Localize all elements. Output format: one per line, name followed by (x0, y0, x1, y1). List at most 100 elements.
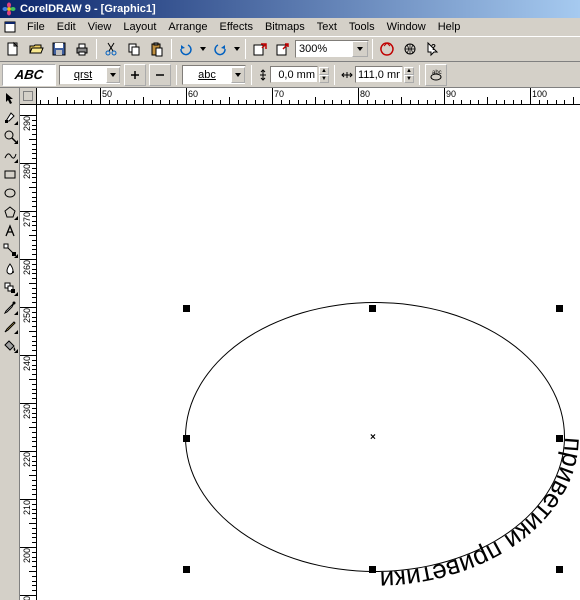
selection-handle[interactable] (183, 566, 190, 573)
selection-handle[interactable] (369, 566, 376, 573)
horizontal-offset-icon (340, 69, 354, 81)
app-title: CorelDRAW 9 - [Graphic1] (20, 3, 156, 15)
horizontal-ruler[interactable]: 5060708090100110 (37, 88, 580, 105)
separator (96, 39, 97, 59)
vertical-offset-input[interactable] (270, 66, 318, 83)
svg-text:?: ? (431, 43, 436, 52)
vertical-offset-spinner[interactable]: ▲▼ (319, 67, 329, 83)
horizontal-offset-spinner[interactable]: ▲▼ (404, 67, 414, 83)
menu-help[interactable]: Help (432, 20, 467, 34)
ruler-origin[interactable] (20, 88, 37, 105)
add-preset-button[interactable] (124, 64, 146, 86)
menu-text[interactable]: Text (311, 20, 343, 34)
save-button[interactable] (48, 38, 70, 60)
horizontal-offset-field: ▲▼ (340, 66, 414, 83)
polygon-tool[interactable] (1, 203, 19, 221)
svg-text:abc: abc (432, 70, 442, 76)
delete-preset-button[interactable] (149, 64, 171, 86)
fill-tool[interactable] (1, 336, 19, 354)
center-marker: × (370, 432, 376, 443)
curve-text[interactable]: приветики приветики (379, 437, 580, 597)
zoom-dropdown[interactable] (352, 41, 368, 57)
document-area: 5060708090100110 29028027026025024023022… (20, 88, 580, 600)
menu-bitmaps[interactable]: Bitmaps (259, 20, 311, 34)
undo-dropdown[interactable] (198, 38, 208, 60)
shape-tool[interactable] (1, 108, 19, 126)
open-button[interactable] (25, 38, 47, 60)
whatsthis-button[interactable]: ? (422, 38, 444, 60)
chevron-down-icon (200, 47, 206, 51)
menu-tools[interactable]: Tools (343, 20, 381, 34)
text-preset-display: ABC (2, 64, 56, 86)
orientation-combo[interactable] (182, 65, 246, 85)
zoom-combo[interactable] (295, 40, 369, 58)
copy-button[interactable] (123, 38, 145, 60)
vertical-offset-field: ▲▼ (257, 66, 329, 83)
print-button[interactable] (71, 38, 93, 60)
vertical-ruler[interactable]: 290280270260250240230220210200190 (20, 105, 37, 600)
new-button[interactable] (2, 38, 24, 60)
text-tool[interactable] (1, 222, 19, 240)
chevron-down-icon (357, 47, 363, 51)
cut-button[interactable] (100, 38, 122, 60)
menu-window[interactable]: Window (381, 20, 432, 34)
outline-tool[interactable] (1, 317, 19, 335)
menu-arrange[interactable]: Arrange (162, 20, 213, 34)
doc-sysicon[interactable] (3, 20, 17, 34)
eyedropper-tool[interactable] (1, 298, 19, 316)
redo-dropdown[interactable] (232, 38, 242, 60)
pick-tool[interactable] (1, 89, 19, 107)
separator (245, 39, 246, 59)
menu-effects[interactable]: Effects (214, 20, 259, 34)
separator (171, 39, 172, 59)
selection-handle[interactable] (556, 566, 563, 573)
orientation-input[interactable] (183, 69, 231, 81)
chevron-down-icon (234, 47, 240, 51)
standard-toolbar: ? (0, 36, 580, 62)
titlebar: CorelDRAW 9 - [Graphic1] (0, 0, 580, 18)
separator (419, 65, 420, 85)
interactive-transparency-tool[interactable] (1, 260, 19, 278)
separator (176, 65, 177, 85)
menubar: File Edit View Layout Arrange Effects Bi… (0, 18, 580, 36)
interactive-blend-tool[interactable] (1, 279, 19, 297)
menu-edit[interactable]: Edit (51, 20, 82, 34)
app-icon (2, 2, 16, 16)
orientation-dropdown[interactable] (231, 67, 245, 83)
svg-text:приветики приветики: приветики приветики (379, 437, 580, 597)
workspace: 5060708090100110 29028027026025024023022… (0, 88, 580, 600)
preset-list-combo[interactable] (59, 65, 121, 85)
redo-button[interactable] (209, 38, 231, 60)
separator (334, 65, 335, 85)
undo-button[interactable] (175, 38, 197, 60)
separator (372, 39, 373, 59)
menu-layout[interactable]: Layout (117, 20, 162, 34)
horizontal-offset-input[interactable] (355, 66, 403, 83)
property-bar: ABC ▲▼ ▲▼ abc (0, 62, 580, 88)
export-button[interactable] (272, 38, 294, 60)
corel-online-button[interactable] (399, 38, 421, 60)
app-launcher-button[interactable] (376, 38, 398, 60)
canvas[interactable]: приветики приветики × (37, 105, 580, 600)
selection-handle[interactable] (183, 435, 190, 442)
preset-list-input[interactable] (60, 69, 106, 81)
selection-handle[interactable] (556, 435, 563, 442)
zoom-tool[interactable] (1, 127, 19, 145)
selection-handle[interactable] (556, 305, 563, 312)
selection-handle[interactable] (183, 305, 190, 312)
import-button[interactable] (249, 38, 271, 60)
interactive-fill-tool[interactable] (1, 241, 19, 259)
preset-dropdown[interactable] (106, 67, 120, 83)
paste-button[interactable] (146, 38, 168, 60)
rectangle-tool[interactable] (1, 165, 19, 183)
selection-handle[interactable] (369, 305, 376, 312)
ellipse-tool[interactable] (1, 184, 19, 202)
zoom-input[interactable] (296, 43, 352, 55)
vertical-offset-icon (257, 68, 269, 82)
separator (251, 65, 252, 85)
toolbox (0, 88, 20, 600)
menu-file[interactable]: File (21, 20, 51, 34)
place-on-other-side-button[interactable]: abc (425, 64, 447, 86)
menu-view[interactable]: View (82, 20, 118, 34)
freehand-tool[interactable] (1, 146, 19, 164)
